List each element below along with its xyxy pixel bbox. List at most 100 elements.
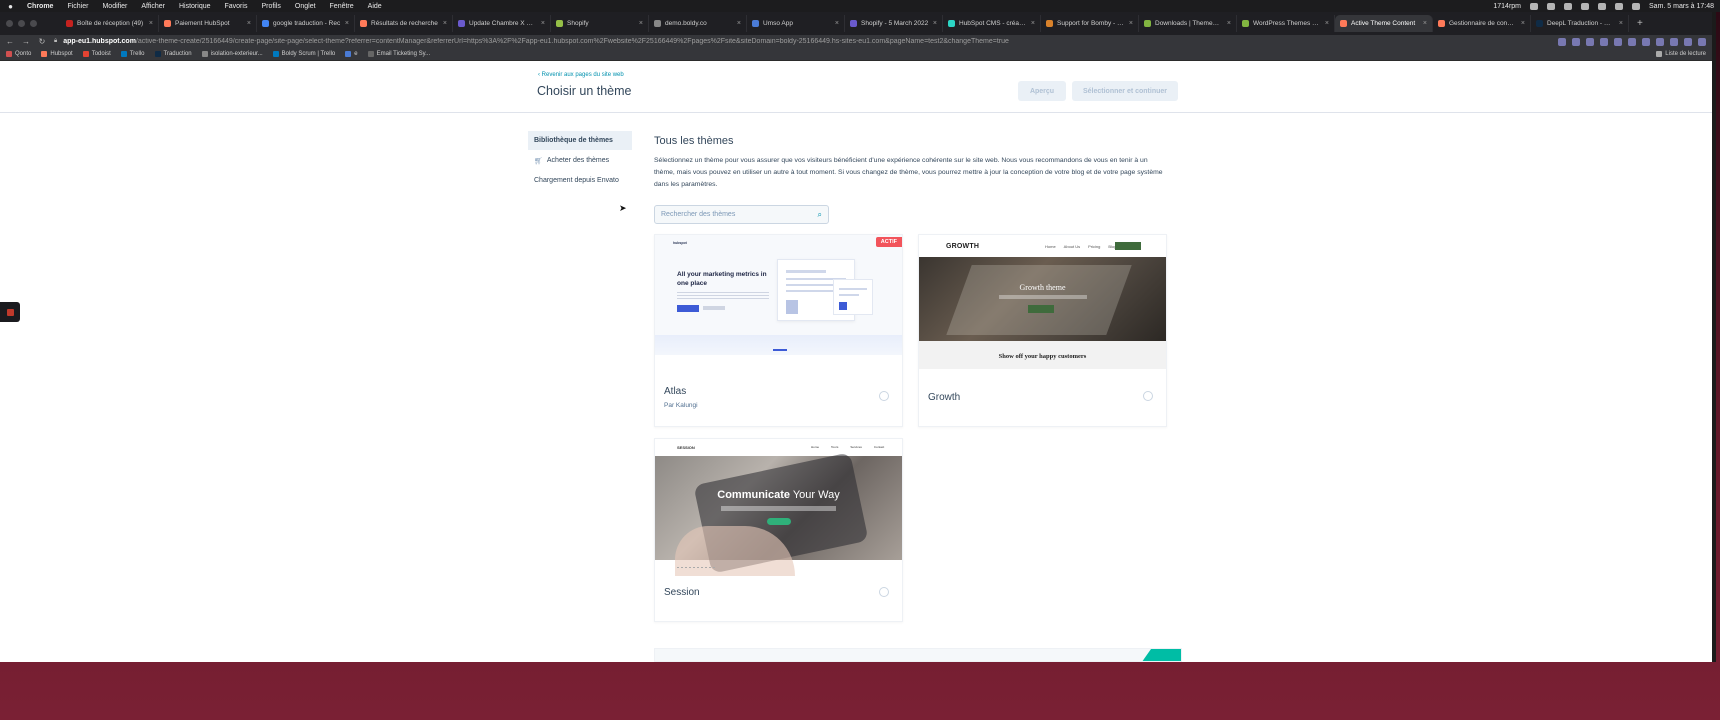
reload-icon[interactable]: ↻ [38,37,46,46]
browser-tab[interactable]: Active Theme Content × [1335,15,1433,32]
bookmark-qonto[interactable]: Qonto [6,51,31,57]
theme-radio-session[interactable] [879,587,889,597]
floating-side-widget[interactable] [0,302,20,322]
menu-bar-status-area: 1714rpm Sam. 5 mars à 17:48 [1493,2,1714,10]
extension-icon[interactable] [1656,37,1664,46]
bookmark-email-ticketing[interactable]: Email Ticketing Sy... [367,51,430,57]
menu-chrome[interactable]: Chrome [27,3,53,10]
browser-tab[interactable]: HubSpot CMS - création × [943,15,1041,32]
menu-profils[interactable]: Profils [261,3,280,10]
star-icon[interactable] [1586,37,1594,46]
browser-tab[interactable]: WordPress Themes & W × [1237,15,1335,32]
theme-search-input[interactable]: Rechercher des thèmes ⌕ [654,205,829,224]
extension-icon[interactable] [1572,37,1580,46]
close-tab-icon[interactable]: × [639,20,643,27]
extension-icon[interactable] [1614,37,1622,46]
battery-icon[interactable] [1598,2,1607,10]
status-icon[interactable] [1547,2,1556,10]
puzzle-icon[interactable] [1670,37,1678,46]
close-tab-icon[interactable]: × [1423,20,1427,27]
close-tab-icon[interactable]: × [345,20,349,27]
bookmark-isolation[interactable]: isolation-exterieur... [201,51,263,57]
bookmark-hubspot[interactable]: Hubspot [41,51,73,57]
menu-fenetre[interactable]: Fenêtre [330,3,354,10]
search-icon[interactable] [1615,2,1624,10]
close-tab-icon[interactable]: × [933,20,937,27]
control-center-icon[interactable] [1632,2,1641,10]
minimize-window-button[interactable] [18,20,25,27]
kebab-menu-icon[interactable] [1698,37,1706,46]
menu-fichier[interactable]: Fichier [67,3,88,10]
sidebar-item-envato[interactable]: Chargement depuis Envato [528,171,632,190]
menu-favoris[interactable]: Favoris [225,3,248,10]
browser-tab[interactable]: google traduction - Rec × [257,15,355,32]
menu-bar-clock[interactable]: Sam. 5 mars à 17:48 [1649,3,1714,10]
menu-onglet[interactable]: Onglet [295,3,316,10]
theme-radio-atlas[interactable] [879,391,889,401]
theme-card-atlas[interactable]: hubspot All your marketing metrics in on… [654,234,903,427]
browser-tab[interactable]: Résultats de recherche × [355,15,453,32]
theme-radio-growth[interactable] [1143,391,1153,401]
forward-arrow-icon[interactable]: → [22,37,30,46]
close-tab-icon[interactable]: × [1031,20,1035,27]
menu-modifier[interactable]: Modifier [102,3,127,10]
status-icon[interactable] [1530,2,1539,10]
close-window-button[interactable] [6,20,13,27]
menu-historique[interactable]: Historique [179,3,211,10]
bookmark-trello[interactable]: Trello [120,51,145,57]
close-tab-icon[interactable]: × [1325,20,1329,27]
theme-card-growth[interactable]: GROWTH Home About Us Pricing Blog Growth… [918,234,1167,427]
fan-speed-readout[interactable]: 1714rpm [1493,3,1521,10]
extension-icon[interactable] [1628,37,1636,46]
back-arrow-icon[interactable]: ← [6,37,14,46]
browser-tab[interactable]: Update Chambre X Burr × [453,15,551,32]
lock-icon[interactable]: 🔒︎ [54,38,57,45]
close-tab-icon[interactable]: × [247,20,251,27]
apple-icon[interactable]: ● [6,2,15,11]
bookmark-traduction[interactable]: Traduction [154,51,192,57]
browser-tab[interactable]: Support for Bomby - Cre × [1041,15,1139,32]
url-field[interactable]: 🔒︎ app-eu1.hubspot.com/active-theme-crea… [54,38,1550,45]
browser-tab[interactable]: Paiement HubSpot × [159,15,257,32]
extension-icon[interactable] [1558,37,1566,46]
reading-list-button[interactable]: Liste de lecture [1656,51,1706,57]
close-tab-icon[interactable]: × [737,20,741,27]
browser-tab[interactable]: DeepL Traduction - Dee × [1531,15,1629,32]
preview-button[interactable]: Aperçu [1018,81,1066,101]
browser-tab[interactable]: Downloads | ThemeForest × [1139,15,1237,32]
search-icon[interactable]: ⌕ [818,210,822,220]
extension-icon[interactable] [1642,37,1650,46]
bookmark-e[interactable]: e [345,51,358,57]
fullscreen-window-button[interactable] [30,20,37,27]
close-tab-icon[interactable]: × [541,20,545,27]
bookmark-boldy-scrum[interactable]: Boldy Scrum | Trello [272,51,335,57]
new-tab-button[interactable]: + [1637,18,1643,29]
browser-tab[interactable]: Gestionnaire de concept × [1433,15,1531,32]
theme-card-partial[interactable] [654,648,1182,662]
close-tab-icon[interactable]: × [1521,20,1525,27]
sidebar-item-buy-themes[interactable]: 🛒︎ Acheter des thèmes [528,151,632,170]
extension-icon[interactable] [1600,37,1608,46]
status-icon[interactable] [1564,2,1573,10]
wifi-icon[interactable] [1581,2,1590,10]
theme-card-session[interactable]: SESSION Home Tours Services Contact Comm… [654,438,903,622]
close-tab-icon[interactable]: × [149,20,153,27]
close-tab-icon[interactable]: × [1129,20,1133,27]
browser-tab[interactable]: Boîte de réception (49) × [61,15,159,32]
profile-avatar[interactable] [1684,37,1692,46]
browser-tab[interactable]: Shopify × [551,15,649,32]
bookmark-todoist[interactable]: Todoist [82,51,111,57]
browser-tab[interactable]: demo.boldy.co × [649,15,747,32]
close-tab-icon[interactable]: × [1227,20,1231,27]
back-to-site-pages-link[interactable]: ‹ Revenir aux pages du site web [538,72,624,78]
menu-afficher[interactable]: Afficher [141,3,165,10]
browser-tab[interactable]: Shopify - 5 March 2022 × [845,15,943,32]
menu-aide[interactable]: Aide [368,3,382,10]
close-tab-icon[interactable]: × [835,20,839,27]
page-scrollbar[interactable] [1712,119,1716,659]
sidebar-item-theme-library[interactable]: Bibliothèque de thèmes [528,131,632,150]
close-tab-icon[interactable]: × [443,20,447,27]
browser-tab[interactable]: Umso App × [747,15,845,32]
select-and-continue-button[interactable]: Sélectionner et continuer [1072,81,1178,101]
close-tab-icon[interactable]: × [1619,20,1623,27]
